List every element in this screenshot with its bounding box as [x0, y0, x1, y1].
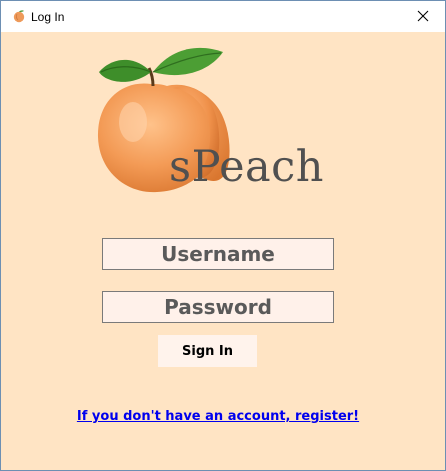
- login-window: Log In sPeach Username Password Sign In …: [0, 0, 446, 471]
- window-title: Log In: [31, 10, 65, 24]
- close-button[interactable]: [401, 1, 445, 32]
- password-input[interactable]: [102, 291, 334, 323]
- register-link[interactable]: If you don't have an account, register!: [1, 409, 435, 424]
- peach-app-icon: [13, 10, 25, 23]
- username-input[interactable]: [102, 238, 334, 270]
- close-icon: [417, 10, 429, 22]
- sign-in-button[interactable]: Sign In: [158, 335, 257, 367]
- title-bar: Log In: [1, 1, 445, 32]
- app-name: sPeach: [169, 142, 324, 192]
- login-panel: sPeach Sign In If you don't have an acco…: [1, 32, 445, 470]
